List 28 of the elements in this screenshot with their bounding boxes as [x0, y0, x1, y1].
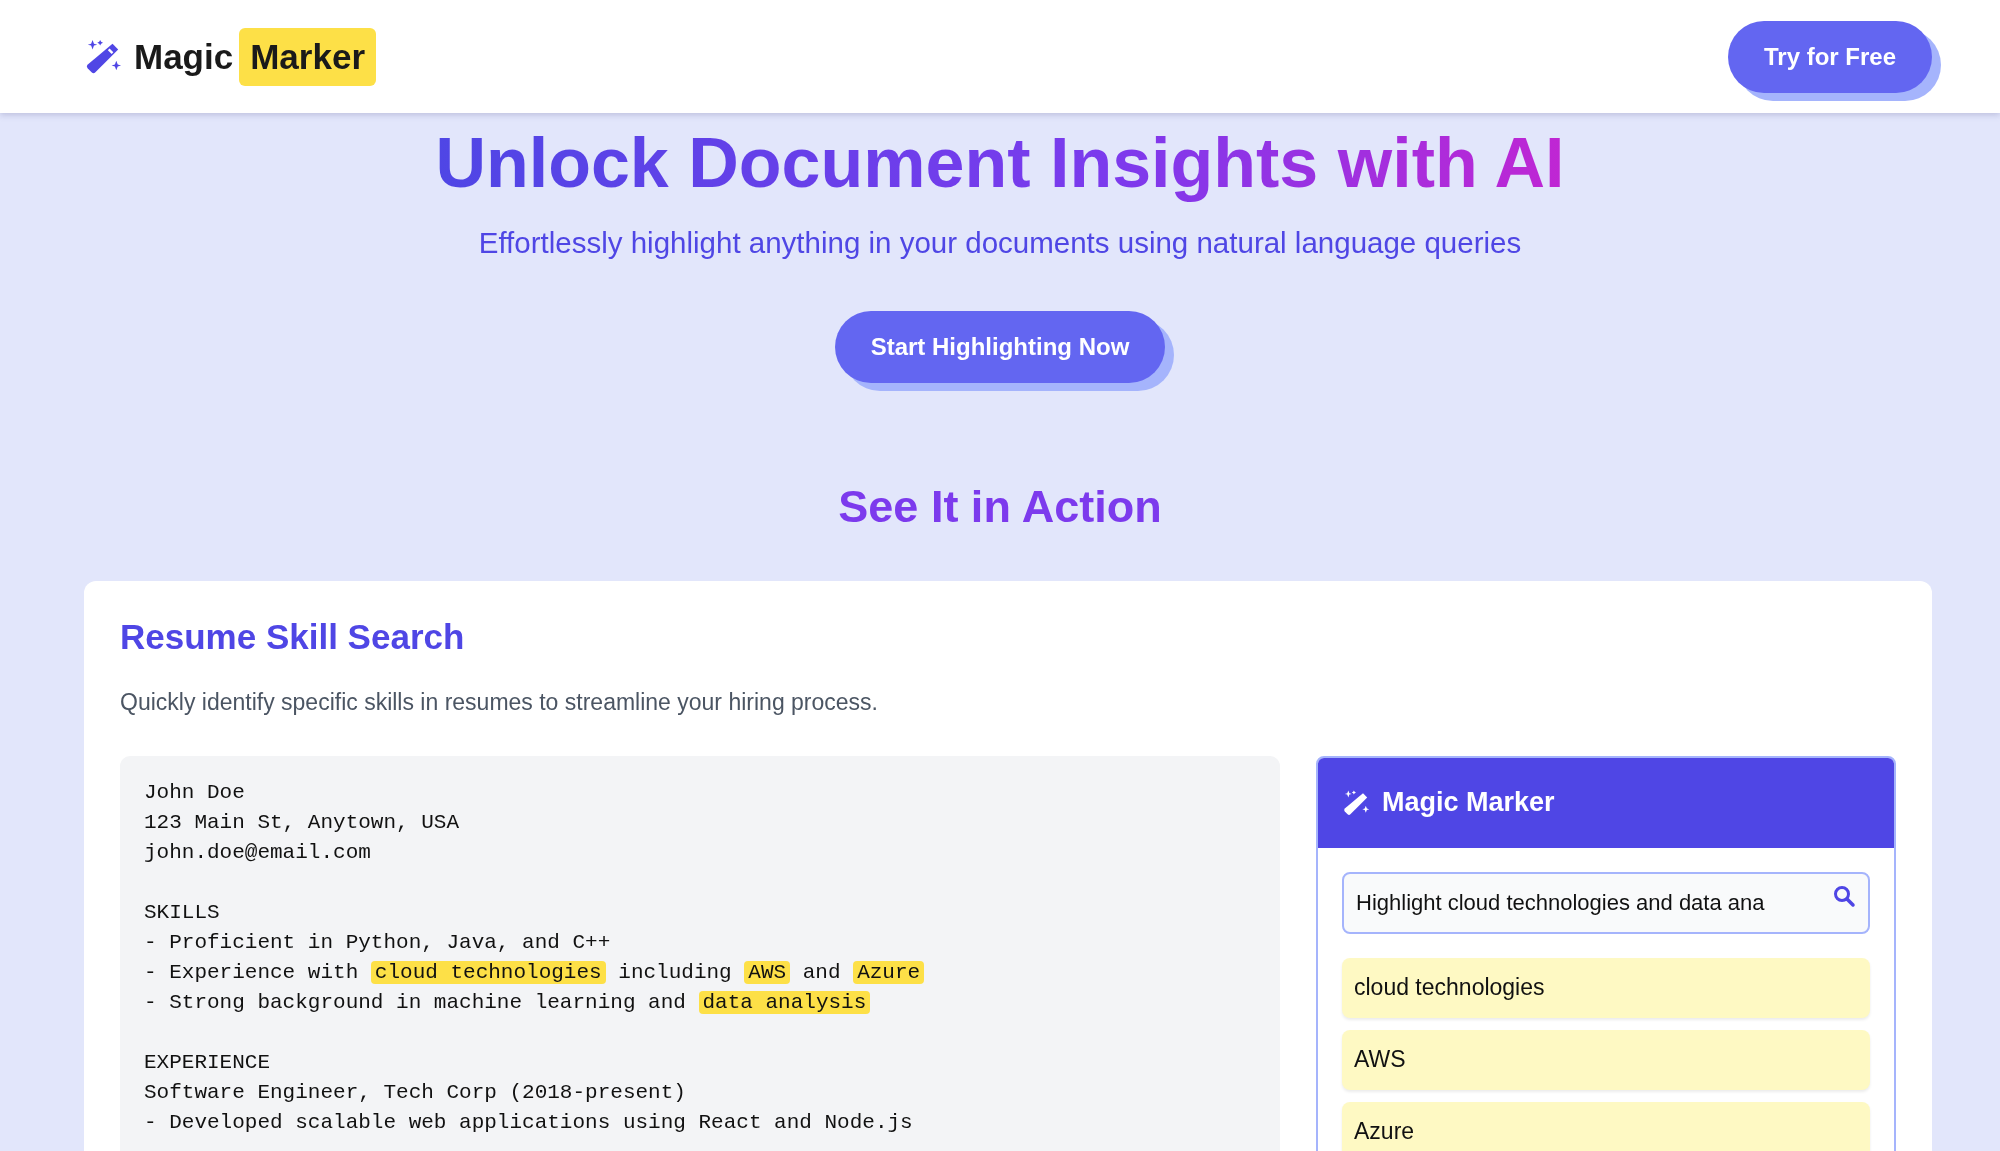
resume-line: EXPERIENCE [144, 1049, 272, 1076]
section-heading: See It in Action [838, 480, 1162, 533]
highlight: Azure [853, 960, 925, 984]
result-item[interactable]: Azure [1342, 1101, 1870, 1151]
resume-line: - Experience with cloud technologies including AWS and Azure [144, 957, 1256, 988]
logo-highlight: Marker [239, 27, 376, 86]
highlight: cloud technologies [370, 960, 606, 984]
resume-line: 123 Main St, Anytown, USA [144, 809, 461, 836]
logo-text: Magic [134, 36, 234, 77]
panel-title: Magic Marker [1382, 787, 1555, 818]
result-item[interactable]: cloud technologies [1342, 957, 1870, 1018]
magic-wand-icon [1342, 788, 1370, 817]
card-title: Resume Skill Search [120, 616, 466, 657]
query-field[interactable]: Highlight cloud technologies and data ana [1342, 871, 1870, 934]
resume-line: - Proficient in Python, Java, and C++ [144, 929, 612, 956]
highlight: AWS [744, 960, 791, 984]
resume-line: john.doe@email.com [144, 839, 372, 866]
search-icon[interactable] [1832, 883, 1856, 908]
result-item[interactable]: AWS [1342, 1029, 1870, 1090]
resume-line: SKILLS [144, 899, 221, 926]
card-description: Quickly identify specific skills in resumes to streamline your hiring process. [120, 688, 879, 716]
highlight: data analysis [698, 990, 871, 1014]
resume-line: - Strong background in machine learning and data analysis [144, 987, 1256, 1018]
resume-line: - Developed scalable web applications using React and Node.js [144, 1109, 914, 1136]
resume-line: Software Engineer, Tech Corp (2018-present) [144, 1079, 687, 1106]
hero-subtitle: Effortlessly highlight anything in your documents using natural language queries [478, 225, 1522, 260]
resume-line: John Doe [144, 779, 246, 806]
magic-wand-icon [84, 37, 122, 76]
